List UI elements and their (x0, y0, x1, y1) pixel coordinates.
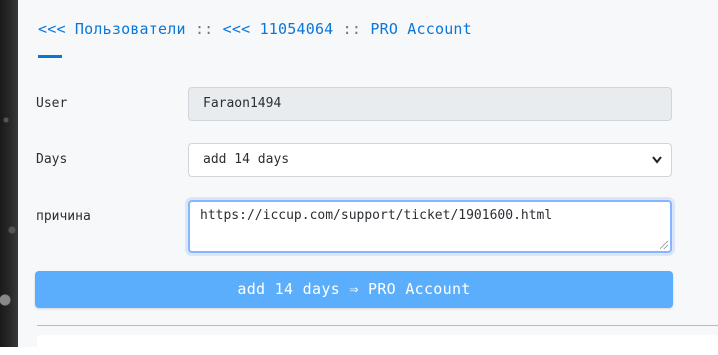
days-label: Days (36, 152, 68, 167)
active-tab-indicator (38, 55, 62, 58)
background-edge (0, 0, 18, 347)
reason-label: причина (36, 209, 91, 224)
user-field: Faraon1494 (188, 87, 672, 121)
submit-button[interactable]: add 14 days ⇒ PRO Account (35, 271, 673, 308)
header-bar: <<< Пользователи :: <<< 11054064 :: PRO … (18, 0, 718, 58)
chevron-down-icon (651, 144, 663, 189)
breadcrumb-users-link[interactable]: <<< Пользователи (38, 20, 186, 38)
breadcrumb-user-link[interactable]: <<< 11054064 (223, 20, 334, 38)
reason-textarea[interactable]: https://iccup.com/support/ticket/1901600… (188, 200, 672, 253)
user-label: User (36, 96, 68, 111)
breadcrumb-separator: :: (342, 20, 362, 38)
breadcrumb-current: PRO Account (370, 20, 472, 38)
days-select-value: add 14 days (203, 152, 290, 167)
divider (37, 325, 718, 326)
breadcrumb: <<< Пользователи :: <<< 11054064 :: PRO … (38, 20, 472, 38)
resize-handle-icon[interactable] (660, 241, 668, 249)
days-select[interactable]: add 14 days (188, 143, 672, 177)
next-card (37, 335, 718, 355)
breadcrumb-separator: :: (194, 20, 214, 38)
pro-account-panel: <<< Пользователи :: <<< 11054064 :: PRO … (18, 0, 718, 355)
reason-value: https://iccup.com/support/ticket/1901600… (200, 208, 553, 223)
